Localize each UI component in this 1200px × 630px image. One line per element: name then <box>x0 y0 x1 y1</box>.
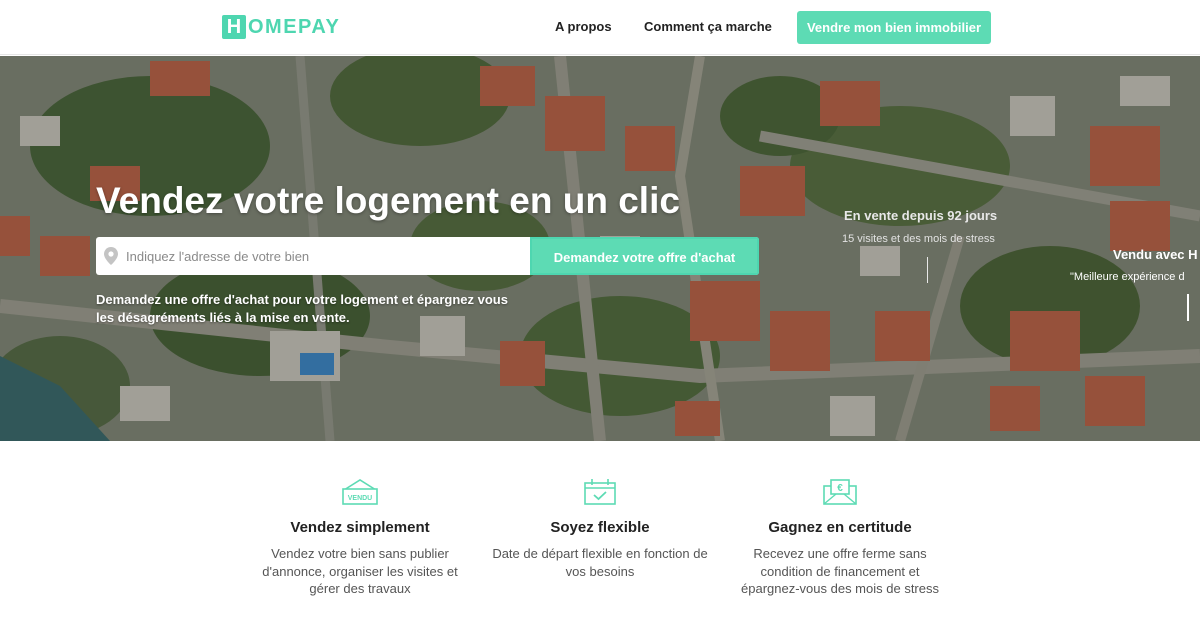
feature-description: Date de départ flexible en fonction de v… <box>492 546 708 579</box>
feature-sell-simply: VENDU Vendez simplement Vendez votre bie… <box>240 478 480 598</box>
logo-letter-box: H <box>222 15 246 39</box>
location-pin-icon <box>104 247 118 265</box>
feature-certainty: € Gagnez en certitude Recevez une offre … <box>720 478 960 598</box>
story-sold-quote: "Meilleure expérience d <box>1070 271 1185 283</box>
nav-link-comment-ca-marche[interactable]: Comment ça marche <box>644 19 772 34</box>
feature-description: Vendez votre bien sans publier d'annonce… <box>262 546 458 596</box>
story-sold-divider <box>1187 294 1189 321</box>
story-listing-divider <box>927 257 928 283</box>
hero-subtitle: Demandez une offre d'achat pour votre lo… <box>96 292 508 325</box>
feature-title: Vendez simplement <box>290 519 430 536</box>
euro-symbol: € <box>837 483 843 494</box>
top-navbar: H OMEPAY A propos Comment ça marche Vend… <box>0 0 1200 55</box>
sold-sign-icon: VENDU <box>342 479 378 505</box>
feature-title: Soyez flexible <box>550 519 650 536</box>
calendar-check-icon <box>584 479 616 505</box>
hero-section: Vendez votre logement en un clic Demande… <box>0 56 1200 441</box>
story-listing-title: En vente depuis 92 jours <box>844 208 998 223</box>
story-sold-title: Vendu avec H <box>1113 247 1198 262</box>
nav-link-a-propos[interactable]: A propos <box>555 19 612 34</box>
hero-title: Vendez votre logement en un clic <box>96 180 680 221</box>
story-listing-subtitle: 15 visites et des mois de stress <box>842 233 995 245</box>
homepay-logo[interactable]: H OMEPAY <box>222 15 340 39</box>
request-offer-button[interactable]: Demandez votre offre d'achat <box>530 237 759 275</box>
address-search-bar: Demandez votre offre d'achat <box>96 237 759 275</box>
feature-title: Gagnez en certitude <box>768 519 912 536</box>
feature-be-flexible: Soyez flexible Date de départ flexible e… <box>480 478 720 580</box>
sold-sign-text: VENDU <box>348 495 373 502</box>
feature-description: Recevez une offre ferme sans condition d… <box>741 546 939 596</box>
sell-property-button[interactable]: Vendre mon bien immobilier <box>797 11 991 44</box>
logo-wordmark: OMEPAY <box>248 15 341 38</box>
euro-envelope-icon: € <box>823 479 857 505</box>
